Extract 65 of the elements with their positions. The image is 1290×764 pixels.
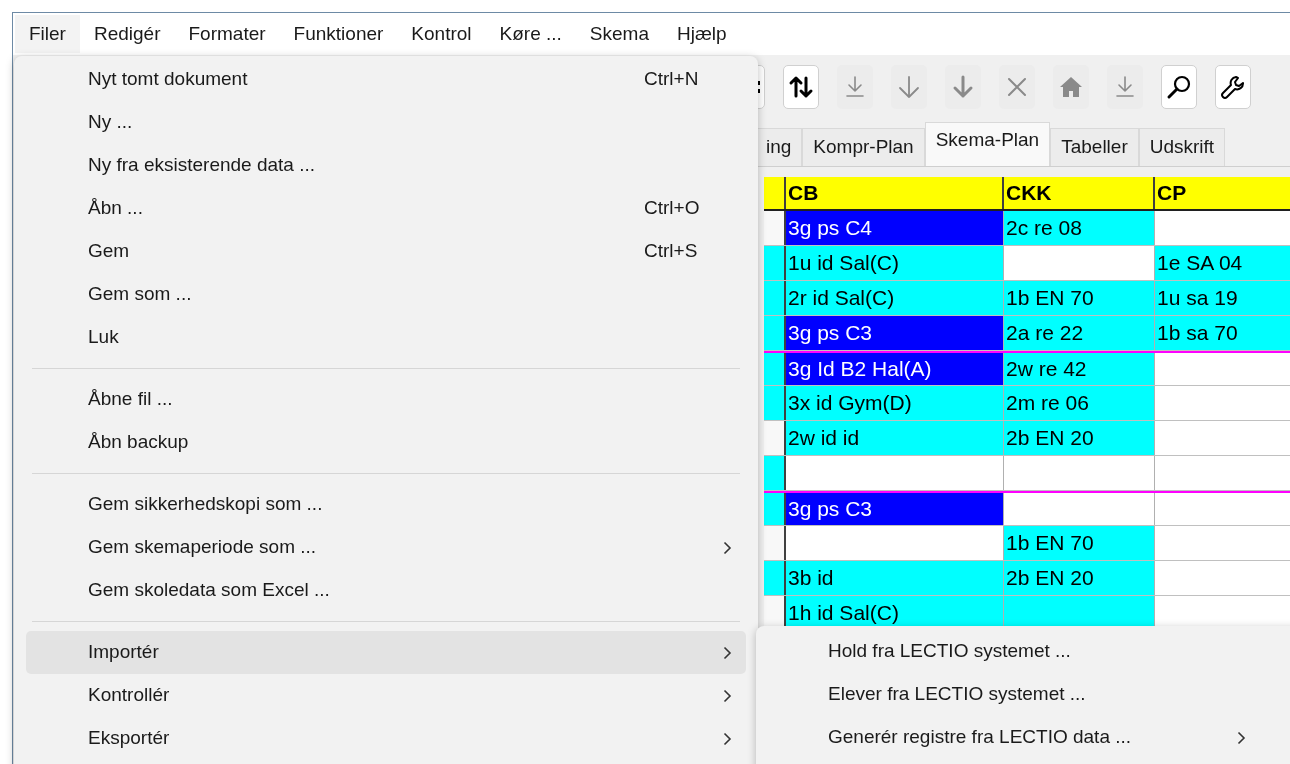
search-icon — [1166, 74, 1192, 100]
chevron-right-icon — [1237, 730, 1246, 745]
tab[interactable]: Kompr-Plan — [802, 128, 925, 166]
grid-cell: 2c re 08 — [1004, 211, 1155, 245]
grid-cell: 2w id id — [786, 421, 1004, 455]
column-header: CB — [786, 177, 1004, 209]
tab[interactable]: Skema-Plan — [924, 122, 1051, 166]
grid-cell: 2b EN 20 — [1004, 561, 1155, 595]
menu-item[interactable]: Eksportér — [26, 717, 746, 760]
grid-cell: 3g ps C4 — [786, 211, 1004, 245]
chevron-right-icon — [723, 540, 732, 555]
menu-item[interactable]: Gem skoledata som Excel ... — [26, 569, 746, 612]
download-icon — [844, 75, 866, 99]
tab[interactable]: ing — [755, 128, 803, 166]
menu-bar-item[interactable]: Filer — [15, 15, 80, 53]
grid-cell: 3x id Gym(D) — [786, 386, 1004, 420]
grid-cell: 3g ps C3 — [786, 493, 1004, 525]
sort-arrows-icon — [788, 74, 814, 100]
grid-cell: 1u id Sal(C) — [786, 246, 1004, 280]
grid-cell: 1b sa 70 — [1155, 316, 1290, 350]
close-icon — [1006, 76, 1028, 98]
tab[interactable]: Tabeller — [1050, 128, 1139, 166]
grid-cell: 2w re 42 — [1004, 353, 1155, 385]
column-header: CKK — [1004, 177, 1155, 209]
wrench-icon — [1220, 74, 1246, 100]
menu-item[interactable]: Kontrollér — [26, 674, 746, 717]
menu-item[interactable]: Luk — [26, 316, 746, 359]
home-icon — [1059, 76, 1083, 98]
chevron-right-icon — [723, 645, 732, 660]
menu-item[interactable]: Hold fra LECTIO systemet ... — [764, 630, 1260, 673]
grid-cell: 2b EN 20 — [1004, 421, 1155, 455]
menu-item[interactable]: Importér — [26, 631, 746, 674]
column-header: CP — [1155, 177, 1290, 209]
arrow-down-icon — [897, 75, 921, 99]
menu-item[interactable]: Gem Ctrl+S — [26, 230, 746, 273]
grid-cell: 2a re 22 — [1004, 316, 1155, 350]
grid-cell: 3g ps C3 — [786, 316, 1004, 350]
arrow-down-icon — [951, 75, 975, 99]
menu-item[interactable]: Gem sikkerhedskopi som ... — [26, 483, 746, 526]
menu-item[interactable]: Gem skemaperiode som ... — [26, 526, 746, 569]
menu-item[interactable]: Gem som ... — [26, 273, 746, 316]
chevron-right-icon — [723, 731, 732, 746]
grid-cell: 1u sa 19 — [1155, 281, 1290, 315]
toolbar-button[interactable] — [783, 65, 819, 109]
menu-item[interactable]: Åbne fil ... — [26, 378, 746, 421]
toolbar-button[interactable] — [1215, 65, 1251, 109]
grid-cell: 2m re 06 — [1004, 386, 1155, 420]
grid-cell: 3g Id B2 Hal(A) — [786, 353, 1004, 385]
grid-cell: 3b id — [786, 561, 1004, 595]
menu-item[interactable]: Ny ... — [26, 101, 746, 144]
menu-item[interactable]: Ny fra eksisterende data ... — [26, 144, 746, 187]
grid-cell: 1b EN 70 — [1004, 281, 1155, 315]
chevron-right-icon — [723, 688, 732, 703]
menu-item[interactable]: Åbn ... Ctrl+O — [26, 187, 746, 230]
menu-item[interactable]: Elever fra LECTIO systemet ... — [764, 673, 1260, 716]
tab[interactable]: Udskrift — [1138, 128, 1226, 166]
grid-cell: 1b EN 70 — [1004, 526, 1155, 560]
download-icon — [1114, 75, 1136, 99]
grid-cell: 2r id Sal(C) — [786, 281, 1004, 315]
menu-item[interactable]: Generér registre fra LECTIO data ... — [764, 716, 1260, 759]
header-corner — [764, 177, 786, 209]
menu-item[interactable]: Åbn backup — [26, 421, 746, 464]
menu-item[interactable]: Nyt tomt dokument Ctrl+N — [26, 58, 746, 101]
toolbar-button[interactable] — [1161, 65, 1197, 109]
grid-cell: 1e SA 04 — [1155, 246, 1290, 280]
